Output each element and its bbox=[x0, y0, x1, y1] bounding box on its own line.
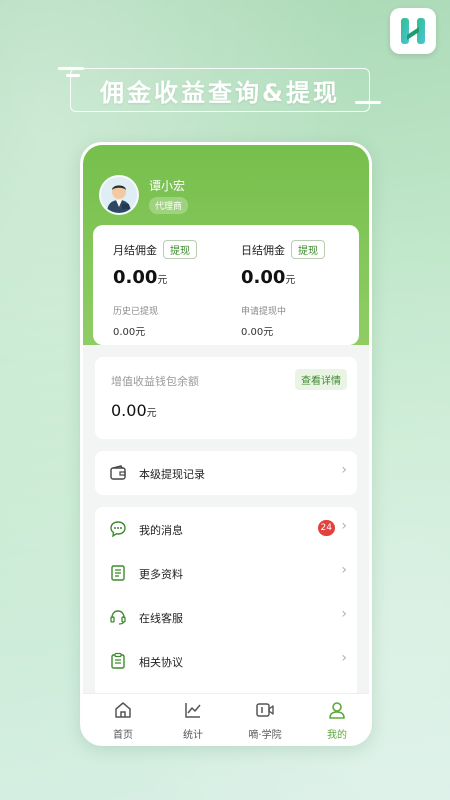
menu-item-label: 我的消息 bbox=[139, 524, 183, 537]
chart-icon bbox=[185, 703, 201, 718]
home-icon bbox=[115, 702, 131, 718]
menu-item-label: 在线客服 bbox=[139, 612, 183, 625]
menu-item-more-info[interactable]: 更多资料 › bbox=[95, 551, 357, 595]
user-role-badge: 代理商 bbox=[149, 197, 189, 214]
monthly-commission: 月结佣金 提现 0.00元 历史已提现 0.00元 bbox=[113, 239, 197, 338]
chevron-right-icon: › bbox=[341, 518, 347, 534]
message-icon bbox=[110, 521, 126, 538]
tab-statistics[interactable]: 统计 bbox=[163, 700, 223, 741]
app-logo bbox=[390, 8, 436, 54]
monthly-commission-amount: 0.00元 bbox=[113, 267, 168, 288]
profile-header: 谭小宏 代理商 月结佣金 提现 0.00元 历史已提现 0.00元 日结佣金 提现 … bbox=[83, 145, 369, 345]
chevron-right-icon: › bbox=[341, 562, 347, 578]
clipboard-icon bbox=[111, 652, 125, 669]
headline-title: 佣金收益查询&提现 bbox=[100, 78, 340, 107]
withdraw-record-label: 本级提现记录 bbox=[139, 468, 205, 481]
avatar[interactable] bbox=[99, 175, 139, 215]
daily-commission-amount: 0.00元 bbox=[241, 267, 296, 288]
logo-h-icon bbox=[401, 18, 425, 44]
video-icon bbox=[256, 703, 274, 717]
wallet-title: 增值收益钱包余额 bbox=[111, 375, 199, 388]
monthly-history-value: 0.00元 bbox=[113, 327, 146, 338]
bottom-tab-bar: 首页 统计 嘀·学院 我的 bbox=[83, 693, 369, 743]
daily-pending-label: 申请提现中 bbox=[241, 307, 287, 317]
document-icon bbox=[111, 565, 125, 581]
tab-label: 我的 bbox=[327, 730, 347, 741]
monthly-history-label: 历史已提现 bbox=[113, 307, 159, 317]
withdraw-record-row[interactable]: 本级提现记录 › bbox=[95, 451, 357, 495]
person-icon bbox=[329, 702, 345, 719]
daily-pending-value: 0.00元 bbox=[241, 327, 274, 338]
daily-commission-title: 日结佣金 bbox=[241, 243, 285, 257]
chevron-right-icon: › bbox=[341, 650, 347, 666]
chevron-right-icon: › bbox=[341, 606, 347, 622]
avatar-person-icon bbox=[101, 177, 137, 213]
user-name: 谭小宏 bbox=[149, 179, 186, 193]
monthly-commission-title: 月结佣金 bbox=[113, 243, 157, 257]
menu-item-messages[interactable]: 我的消息 24 › bbox=[95, 507, 357, 551]
tab-label: 统计 bbox=[183, 730, 203, 741]
headline-box: 佣金收益查询&提现 bbox=[70, 68, 370, 112]
menu-item-label: 更多资料 bbox=[139, 568, 183, 581]
wallet-icon bbox=[110, 465, 126, 480]
daily-commission: 日结佣金 提现 0.00元 申请提现中 0.00元 bbox=[241, 239, 325, 338]
menu-item-agreements[interactable]: 相关协议 › bbox=[95, 639, 357, 683]
wallet-detail-button[interactable]: 查看详情 bbox=[295, 369, 347, 390]
tab-mine[interactable]: 我的 bbox=[307, 700, 367, 741]
wallet-amount: 0.00元 bbox=[111, 401, 157, 420]
daily-withdraw-button[interactable]: 提现 bbox=[291, 240, 325, 259]
tab-academy[interactable]: 嘀·学院 bbox=[235, 700, 295, 741]
tab-home[interactable]: 首页 bbox=[93, 700, 153, 741]
commission-card: 月结佣金 提现 0.00元 历史已提现 0.00元 日结佣金 提现 0.00元 申请… bbox=[93, 225, 359, 345]
tab-label: 嘀·学院 bbox=[248, 730, 282, 741]
menu-list: 我的消息 24 › 更多资料 › 在线客服 › 相关协议 › bbox=[95, 507, 357, 697]
chevron-right-icon: › bbox=[341, 462, 347, 478]
unread-count-badge: 24 bbox=[317, 520, 335, 536]
wallet-balance-card: 增值收益钱包余额 查看详情 0.00元 bbox=[95, 357, 357, 439]
monthly-withdraw-button[interactable]: 提现 bbox=[163, 240, 197, 259]
headset-icon bbox=[110, 610, 126, 625]
phone-frame: 谭小宏 代理商 月结佣金 提现 0.00元 历史已提现 0.00元 日结佣金 提现 … bbox=[80, 142, 372, 746]
menu-item-label: 相关协议 bbox=[139, 656, 183, 669]
tab-label: 首页 bbox=[113, 730, 133, 741]
menu-item-online-service[interactable]: 在线客服 › bbox=[95, 595, 357, 639]
